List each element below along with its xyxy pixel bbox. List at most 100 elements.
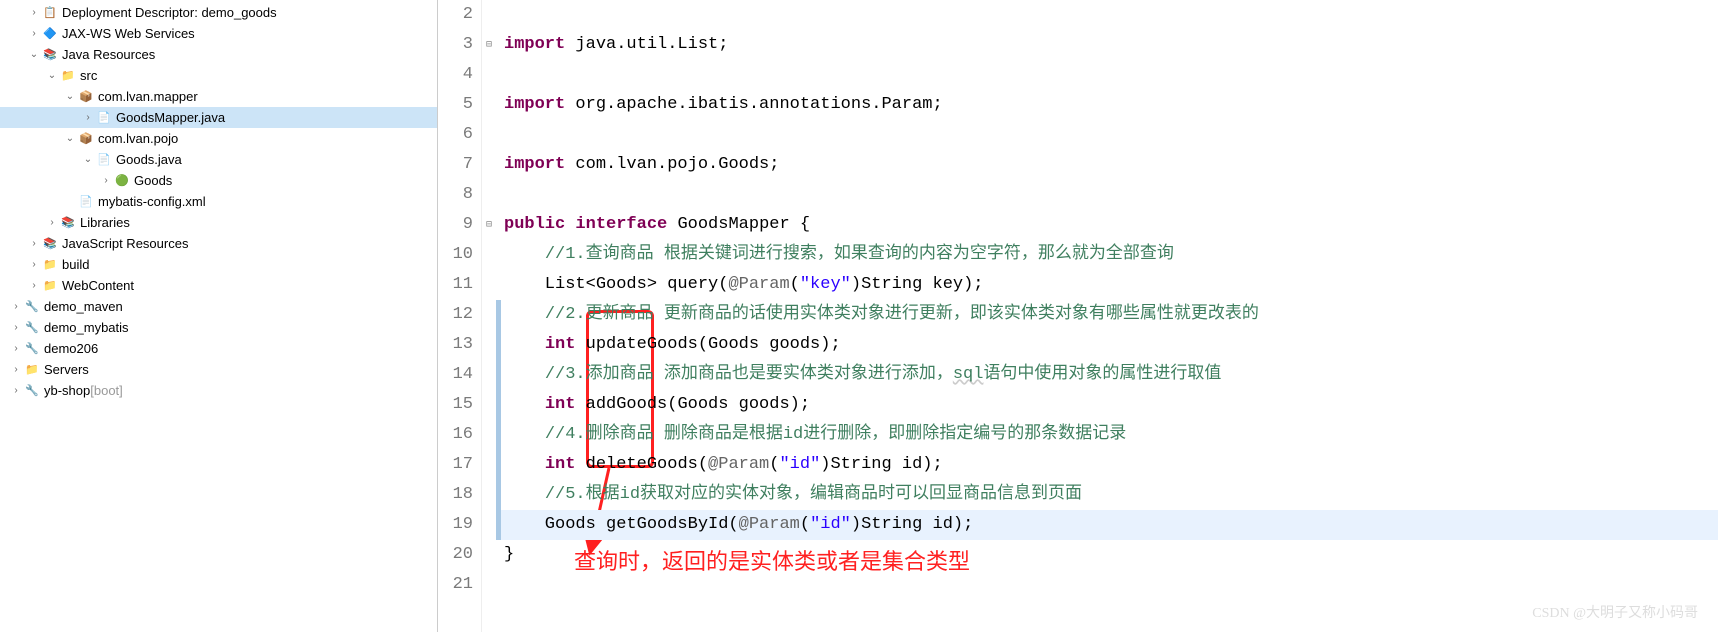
tree-item[interactable]: ·📄mybatis-config.xml	[0, 191, 437, 212]
code-line[interactable]: import com.lvan.pojo.Goods;	[496, 150, 1718, 180]
code-line[interactable]: //1.查询商品 根据关键词进行搜索，如果查询的内容为空字符，那么就为全部查询	[496, 240, 1718, 270]
tree-item[interactable]: ›🔧yb-shop [boot]	[0, 380, 437, 401]
code-line[interactable]: //2.更新商品 更新商品的话使用实体类对象进行更新，即该实体类对象有哪些属性就…	[496, 300, 1718, 330]
tree-node-label: JAX-WS Web Services	[62, 26, 195, 41]
line-number: 7	[438, 150, 473, 180]
tree-item[interactable]: ⌄📚Java Resources	[0, 44, 437, 65]
tree-node-icon: 📦	[78, 89, 94, 105]
tree-item[interactable]: ›🔧demo_maven	[0, 296, 437, 317]
tree-item[interactable]: ›📋Deployment Descriptor: demo_goods	[0, 2, 437, 23]
fold-column[interactable]: ⊟⊟	[482, 0, 496, 632]
code-line[interactable]	[496, 0, 1718, 30]
code-area[interactable]: 查询时，返回的是实体类或者是集合类型 import java.util.List…	[496, 0, 1718, 632]
expand-arrow-icon[interactable]: ⌄	[62, 133, 78, 144]
code-line[interactable]: //3.添加商品 添加商品也是要实体类对象进行添加，sql语句中使用对象的属性进…	[496, 360, 1718, 390]
expand-arrow-icon[interactable]: ›	[26, 28, 42, 39]
tree-node-label: GoodsMapper.java	[116, 110, 225, 125]
fold-toggle-icon	[482, 270, 496, 300]
tree-item[interactable]: ›📚Libraries	[0, 212, 437, 233]
tree-node-icon: 🔧	[24, 320, 40, 336]
tree-item[interactable]: ›📁 build	[0, 254, 437, 275]
expand-arrow-icon[interactable]: ›	[8, 385, 24, 396]
tree-node-icon: 🔷	[42, 26, 58, 42]
code-line[interactable]	[496, 120, 1718, 150]
tree-node-label: demo_mybatis	[44, 320, 129, 335]
code-line[interactable]: //5.根据id获取对应的实体对象，编辑商品时可以回显商品信息到页面	[496, 480, 1718, 510]
code-line[interactable]	[496, 60, 1718, 90]
code-line[interactable]: int updateGoods(Goods goods);	[496, 330, 1718, 360]
tree-node-icon: 📚	[42, 47, 58, 63]
fold-toggle-icon	[482, 570, 496, 600]
expand-arrow-icon[interactable]: ⌄	[26, 49, 42, 60]
code-line[interactable]: //4.删除商品 删除商品是根据id进行删除，即删除指定编号的那条数据记录	[496, 420, 1718, 450]
fold-toggle-icon	[482, 60, 496, 90]
change-marker	[496, 390, 501, 420]
fold-toggle-icon[interactable]: ⊟	[482, 210, 496, 240]
expand-arrow-icon[interactable]: ›	[8, 343, 24, 354]
change-marker	[496, 450, 501, 480]
line-number: 15	[438, 390, 473, 420]
line-number: 13	[438, 330, 473, 360]
expand-arrow-icon[interactable]: ›	[26, 259, 42, 270]
tree-node-icon: 📁	[42, 278, 58, 294]
tree-node-icon: 🔧	[24, 383, 40, 399]
expand-arrow-icon[interactable]: ›	[8, 301, 24, 312]
fold-toggle-icon	[482, 540, 496, 570]
expand-arrow-icon[interactable]: ›	[8, 322, 24, 333]
tree-node-icon: 📁	[42, 257, 58, 273]
line-number: 12	[438, 300, 473, 330]
tree-node-icon: 📦	[78, 131, 94, 147]
code-line[interactable]: public interface GoodsMapper {	[496, 210, 1718, 240]
expand-arrow-icon[interactable]: ›	[26, 238, 42, 249]
tree-item[interactable]: ›🟢Goods	[0, 170, 437, 191]
code-line[interactable]	[496, 570, 1718, 600]
tree-item[interactable]: ›🔷 JAX-WS Web Services	[0, 23, 437, 44]
code-line[interactable]: }	[496, 540, 1718, 570]
tree-item[interactable]: ⌄📦com.lvan.mapper	[0, 86, 437, 107]
tree-node-icon: 🔧	[24, 341, 40, 357]
tree-node-label: mybatis-config.xml	[98, 194, 206, 209]
tree-node-label: Deployment Descriptor: demo_goods	[62, 5, 277, 20]
code-line[interactable]: import org.apache.ibatis.annotations.Par…	[496, 90, 1718, 120]
fold-toggle-icon	[482, 390, 496, 420]
line-number: 4	[438, 60, 473, 90]
code-editor[interactable]: 23456789101112131415161718192021 ⊟⊟ 查询时，…	[438, 0, 1718, 632]
fold-toggle-icon[interactable]: ⊟	[482, 30, 496, 60]
line-number: 18	[438, 480, 473, 510]
tree-item[interactable]: ›📄 GoodsMapper.java	[0, 107, 437, 128]
tree-item[interactable]: ⌄📦com.lvan.pojo	[0, 128, 437, 149]
tree-item[interactable]: ›🔧 demo_mybatis	[0, 317, 437, 338]
line-number: 6	[438, 120, 473, 150]
code-line[interactable]: int deleteGoods(@Param("id")String id);	[496, 450, 1718, 480]
expand-arrow-icon[interactable]: ⌄	[44, 70, 60, 81]
expand-arrow-icon[interactable]: ›	[98, 175, 114, 186]
code-line[interactable]: int addGoods(Goods goods);	[496, 390, 1718, 420]
expand-arrow-icon[interactable]: ›	[8, 364, 24, 375]
tree-node-icon: 📄	[96, 110, 112, 126]
line-number: 14	[438, 360, 473, 390]
code-line[interactable]: List<Goods> query(@Param("key")String ke…	[496, 270, 1718, 300]
expand-arrow-icon[interactable]: ›	[26, 280, 42, 291]
change-marker	[496, 360, 501, 390]
tree-node-icon: 📄	[78, 194, 94, 210]
tree-item[interactable]: ›📚JavaScript Resources	[0, 233, 437, 254]
tree-item[interactable]: ›🔧demo206	[0, 338, 437, 359]
tree-node-label: build	[62, 257, 89, 272]
tree-item[interactable]: ⌄📁src	[0, 65, 437, 86]
expand-arrow-icon[interactable]: ›	[80, 112, 96, 123]
change-marker	[496, 300, 501, 330]
code-line[interactable]	[496, 180, 1718, 210]
tree-item[interactable]: ⌄📄Goods.java	[0, 149, 437, 170]
expand-arrow-icon[interactable]: ⌄	[62, 91, 78, 102]
expand-arrow-icon[interactable]: ⌄	[80, 154, 96, 165]
project-explorer[interactable]: ›📋Deployment Descriptor: demo_goods›🔷JAX…	[0, 0, 438, 632]
tree-item[interactable]: ›📁WebContent	[0, 275, 437, 296]
code-line[interactable]: Goods getGoodsById(@Param("id")String id…	[496, 510, 1718, 540]
expand-arrow-icon[interactable]: ›	[44, 217, 60, 228]
fold-toggle-icon	[482, 120, 496, 150]
fold-toggle-icon	[482, 510, 496, 540]
expand-arrow-icon[interactable]: ›	[26, 7, 42, 18]
fold-toggle-icon	[482, 240, 496, 270]
tree-item[interactable]: ›📁Servers	[0, 359, 437, 380]
code-line[interactable]: import java.util.List;	[496, 30, 1718, 60]
